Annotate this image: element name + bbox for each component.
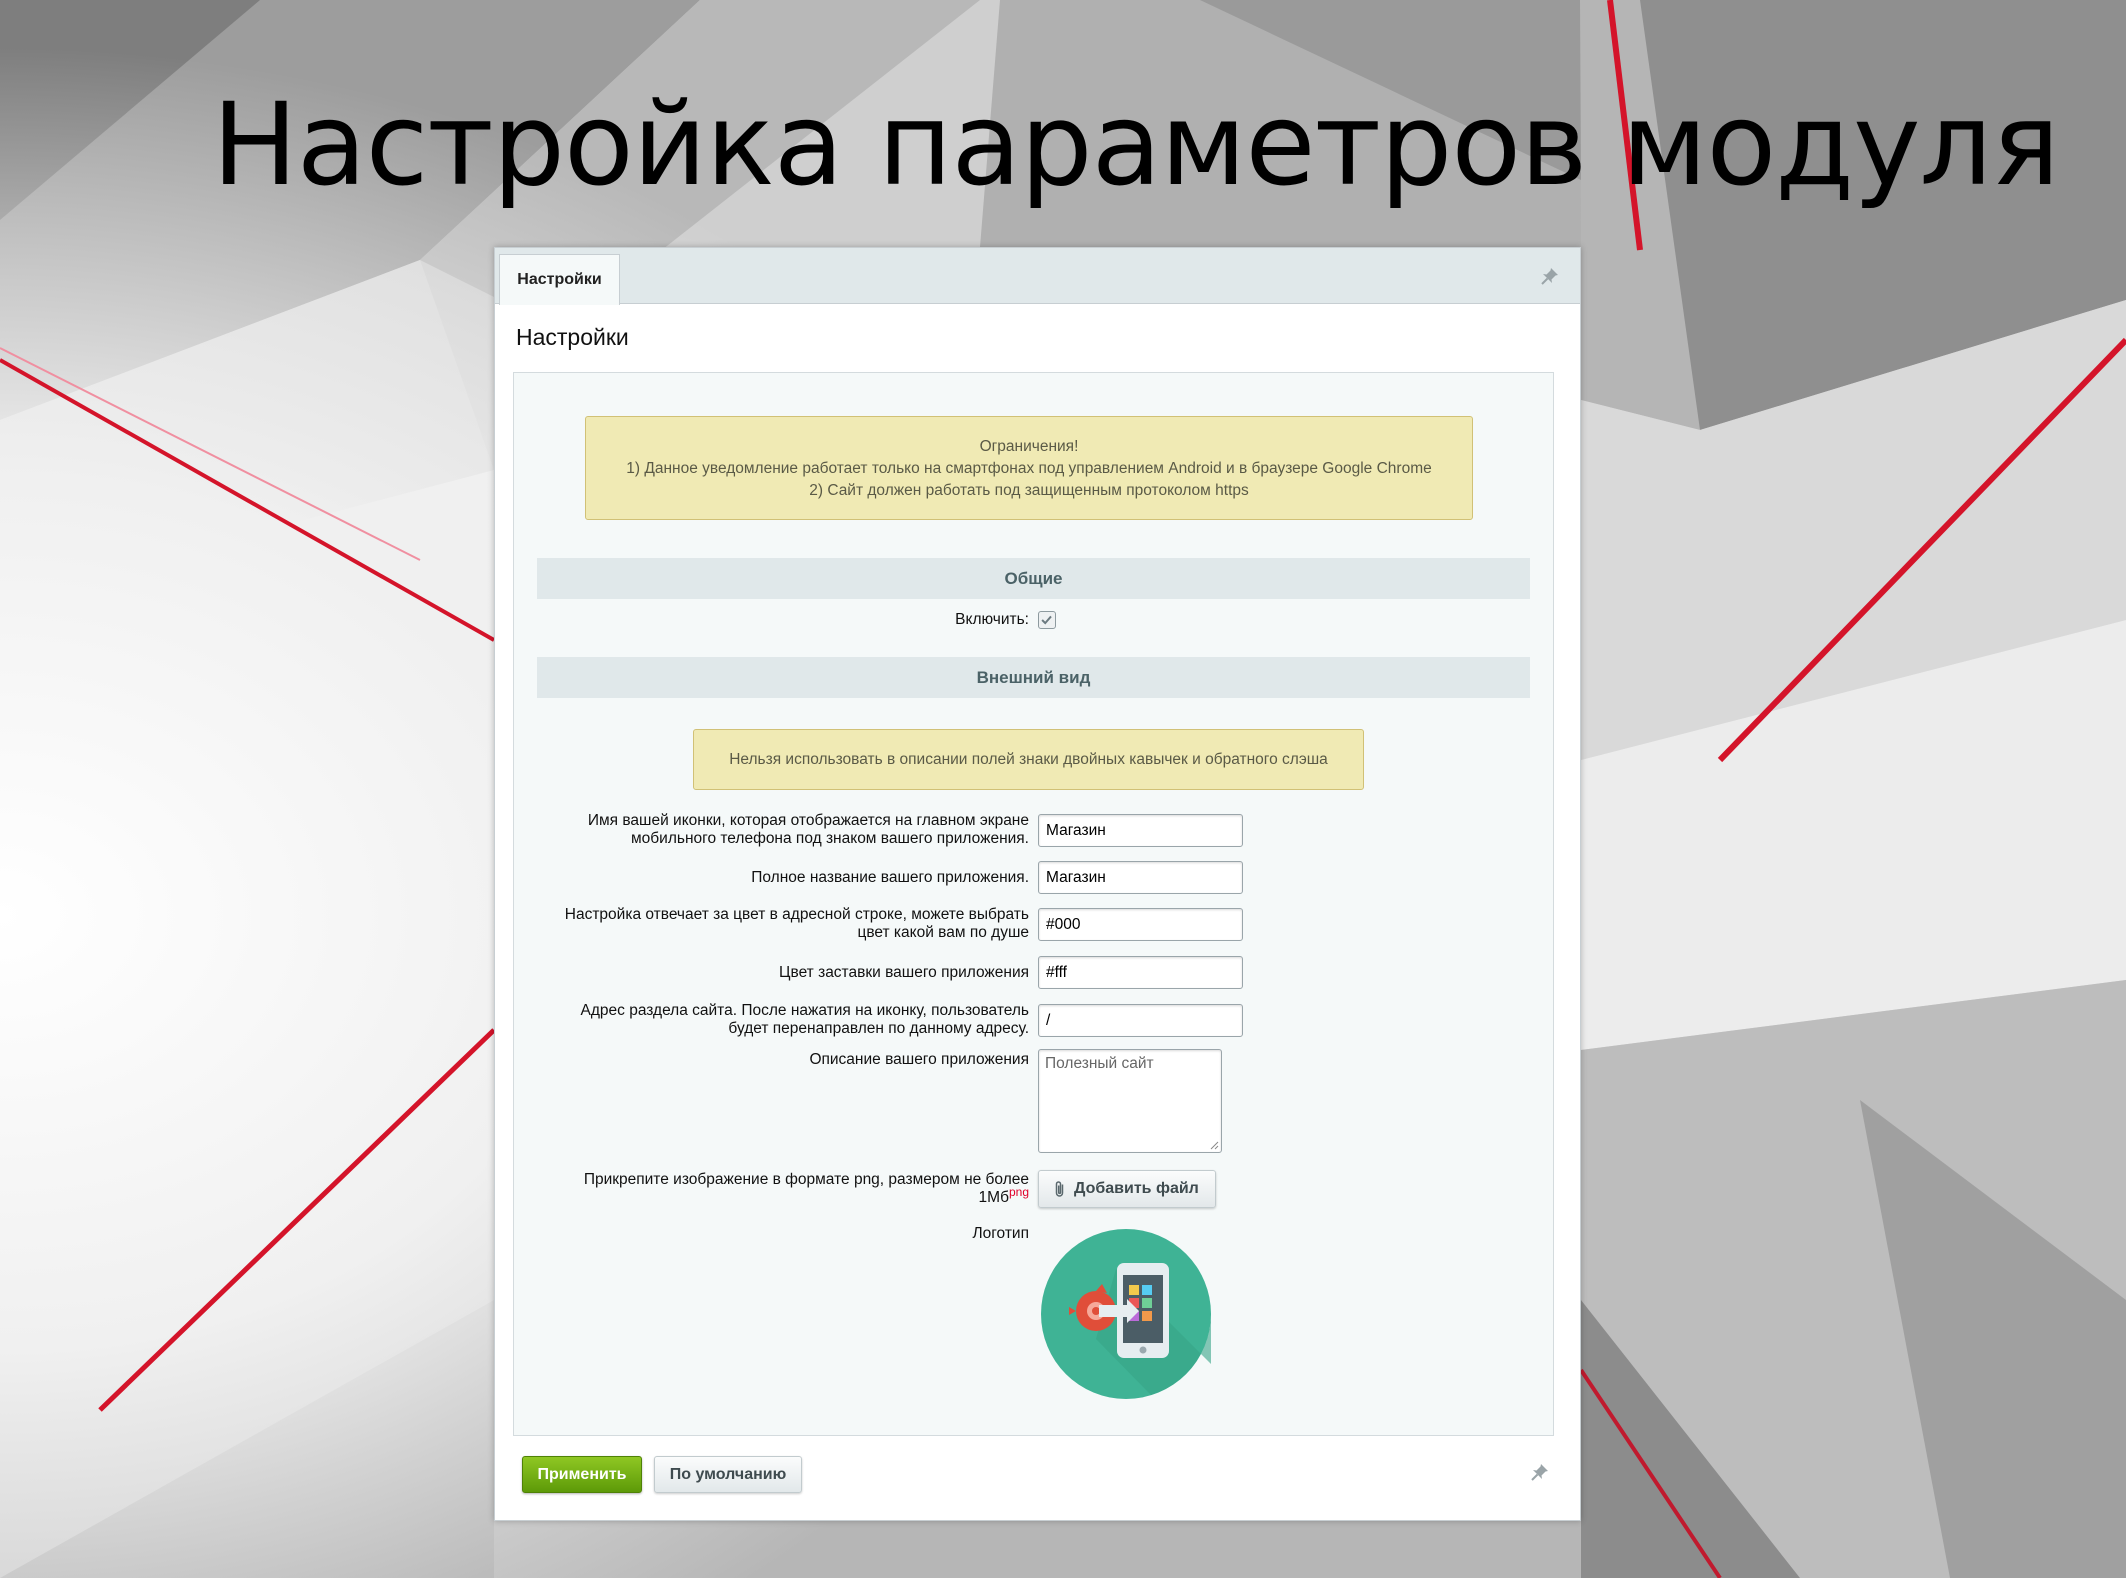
add-file-label: Добавить файл <box>1074 1180 1199 1197</box>
apply-button[interactable]: Применить <box>522 1456 642 1493</box>
png-superscript: png <box>1008 1184 1029 1199</box>
tab-bar: Настройки <box>495 248 1580 305</box>
image-upload-label: Прикрепите изображение в формате png, ра… <box>584 1171 1029 1207</box>
icon-name-label-line-2: мобильного телефона под знаком вашего пр… <box>631 830 1029 847</box>
pin-icon[interactable] <box>1530 1462 1550 1482</box>
default-button[interactable]: По умолчанию <box>654 1456 802 1493</box>
restrictions-title: Ограничения! <box>979 438 1079 455</box>
address-bar-color-input[interactable]: #000 <box>1038 908 1243 941</box>
restrictions-line-1: 1) Данное уведомление работает только на… <box>626 460 1432 477</box>
slide-title: Настройка параметров модуля <box>212 78 2060 211</box>
resize-handle-icon[interactable] <box>1210 1141 1219 1150</box>
settings-form: Ограничения! 1) Данное уведомление работ… <box>513 372 1554 1436</box>
section-url-label-line-2: будет перенаправлен по данному адресу. <box>728 1020 1029 1037</box>
image-upload-label-line-1: Прикрепите изображение в формате png, ра… <box>583 1171 1029 1188</box>
logo-label: Логотип <box>972 1225 1029 1242</box>
restrictions-line-2: 2) Сайт должен работать под защищенным п… <box>809 482 1249 499</box>
panel-heading: Настройки <box>516 324 629 350</box>
icon-name-input[interactable]: Магазин <box>1038 814 1243 847</box>
image-upload-label-line-2: 1Мбpng <box>584 1186 1029 1207</box>
paperclip-icon <box>1055 1181 1064 1197</box>
splash-color-input[interactable]: #fff <box>1038 956 1243 989</box>
settings-panel: Настройки Настройки Ограничения! 1) Данн… <box>494 247 1581 1521</box>
enable-label: Включить: <box>955 611 1029 628</box>
quotes-notice: Нельзя использовать в описании полей зна… <box>693 729 1364 790</box>
section-general: Общие <box>537 558 1530 599</box>
restrictions-notice: Ограничения! 1) Данное уведомление работ… <box>585 416 1473 520</box>
checkbox-check-icon <box>1041 615 1052 625</box>
address-bar-color-label: Настройка отвечает за цвет в адресной ст… <box>565 906 1029 942</box>
icon-name-label-line-1: Имя вашей иконки, которая отображается н… <box>587 812 1029 829</box>
description-textarea[interactable]: Полезный сайт <box>1038 1049 1222 1153</box>
add-file-button[interactable]: Добавить файл <box>1038 1170 1216 1208</box>
section-url-label-line-1: Адрес раздела сайта. После нажатия на ик… <box>580 1002 1029 1019</box>
app-name-label: Полное название вашего приложения. <box>751 869 1029 886</box>
description-label: Описание вашего приложения <box>809 1051 1029 1068</box>
splash-color-label: Цвет заставки вашего приложения <box>779 964 1029 981</box>
address-bar-color-label-line-1: Настройка отвечает за цвет в адресной ст… <box>564 906 1029 923</box>
tab-settings[interactable]: Настройки <box>499 254 620 305</box>
app-logo-icon <box>1041 1229 1211 1399</box>
section-url-label: Адрес раздела сайта. После нажатия на ик… <box>581 1002 1029 1038</box>
enable-checkbox[interactable] <box>1038 611 1056 629</box>
address-bar-color-label-line-2: цвет какой вам по душе <box>857 924 1029 941</box>
section-appearance: Внешний вид <box>537 657 1530 698</box>
icon-name-label: Имя вашей иконки, которая отображается н… <box>588 812 1029 848</box>
section-url-input[interactable]: / <box>1038 1004 1243 1037</box>
pin-icon[interactable] <box>1540 266 1560 286</box>
app-name-input[interactable]: Магазин <box>1038 861 1243 894</box>
description-placeholder: Полезный сайт <box>1045 1055 1154 1072</box>
image-size-text: 1Мб <box>978 1189 1009 1206</box>
